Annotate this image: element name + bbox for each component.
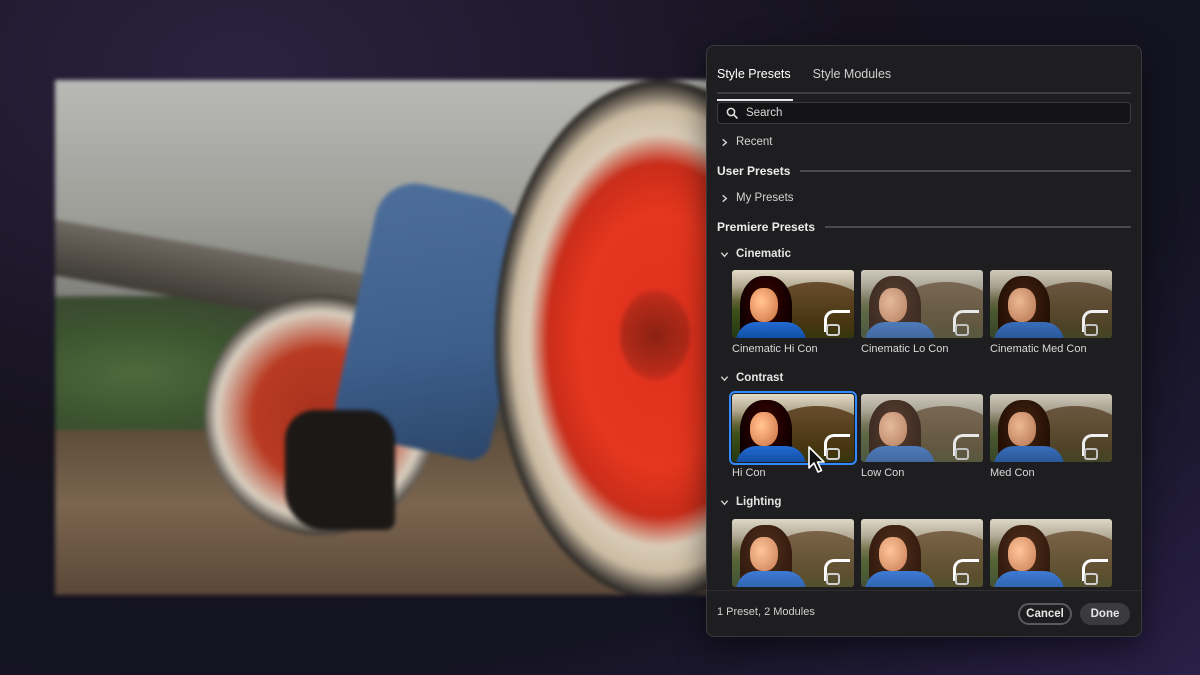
- panel-footer: 1 Preset, 2 Modules Cancel Done: [707, 590, 1141, 636]
- section-divider: [825, 226, 1131, 228]
- contrast-thumbnails: Hi Con Low Con Med Con: [729, 391, 1119, 479]
- preset-thumbnail: [729, 391, 857, 465]
- preset-label: Med Con: [990, 467, 1035, 479]
- frame-boot: [285, 410, 395, 530]
- group-header-cinematic[interactable]: Cinematic: [717, 247, 791, 261]
- group-header-lighting[interactable]: Lighting: [717, 495, 781, 509]
- premiere-presets-section: Premiere Presets: [717, 220, 1131, 234]
- preset-thumbnail: [861, 519, 983, 587]
- preset-cinematic-med-con[interactable]: Cinematic Med Con: [990, 270, 1112, 355]
- recent-row[interactable]: Recent: [717, 135, 772, 149]
- tab-style-modules[interactable]: Style Modules: [813, 64, 892, 92]
- preset-label: Cinematic Lo Con: [861, 343, 949, 355]
- preset-label: Cinematic Hi Con: [732, 343, 818, 355]
- style-presets-panel: Style Presets Style Modules Recent User …: [706, 45, 1142, 637]
- section-divider: [800, 170, 1131, 172]
- search-box[interactable]: [717, 102, 1131, 124]
- premiere-presets-title: Premiere Presets: [717, 220, 816, 234]
- tab-style-presets[interactable]: Style Presets: [717, 64, 793, 101]
- preset-label: Low Con: [861, 467, 905, 479]
- chevron-down-icon: [717, 495, 731, 509]
- search-icon: [726, 107, 738, 119]
- preset-lighting-3[interactable]: [990, 519, 1112, 587]
- preset-hi-con[interactable]: Hi Con: [729, 391, 857, 479]
- done-button[interactable]: Done: [1080, 603, 1130, 625]
- recent-label: Recent: [736, 136, 773, 148]
- preset-thumbnail: [732, 270, 854, 338]
- my-presets-label: My Presets: [736, 192, 794, 204]
- preset-thumbnail: [990, 519, 1112, 587]
- group-header-contrast[interactable]: Contrast: [717, 371, 783, 385]
- video-frame-preview: [55, 80, 755, 595]
- preset-thumbnail: [861, 270, 983, 338]
- preset-label: Cinematic Med Con: [990, 343, 1087, 355]
- chevron-right-icon: [717, 135, 731, 149]
- lighting-thumbnails: [732, 519, 1119, 587]
- preset-med-con[interactable]: Med Con: [990, 394, 1112, 479]
- user-presets-title: User Presets: [717, 164, 791, 178]
- preset-cinematic-lo-con[interactable]: Cinematic Lo Con: [861, 270, 983, 355]
- my-presets-row[interactable]: My Presets: [717, 191, 794, 205]
- preset-thumbnail: [732, 519, 854, 587]
- group-label: Contrast: [736, 372, 784, 384]
- user-presets-section: User Presets: [717, 164, 1131, 178]
- preset-thumbnail: [861, 394, 983, 462]
- preset-thumbnail: [990, 270, 1112, 338]
- selection-status: 1 Preset, 2 Modules: [717, 606, 815, 618]
- preset-cinematic-hi-con[interactable]: Cinematic Hi Con: [732, 270, 854, 355]
- chevron-down-icon: [717, 247, 731, 261]
- chevron-right-icon: [717, 191, 731, 205]
- preset-low-con[interactable]: Low Con: [861, 394, 983, 479]
- chevron-down-icon: [717, 371, 731, 385]
- cancel-button[interactable]: Cancel: [1018, 603, 1072, 625]
- group-label: Lighting: [736, 496, 782, 508]
- cinematic-thumbnails: Cinematic Hi Con Cinematic Lo Con Cinema…: [732, 270, 1119, 355]
- preset-thumbnail: [990, 394, 1112, 462]
- mouse-cursor-icon: [808, 446, 825, 473]
- panel-tabs: Style Presets Style Modules: [717, 64, 1131, 101]
- frame-wheel-hub: [620, 290, 690, 380]
- search-input[interactable]: [746, 107, 1106, 119]
- preset-lighting-2[interactable]: [861, 519, 983, 587]
- preset-lighting-1[interactable]: [732, 519, 854, 587]
- group-label: Cinematic: [736, 248, 791, 260]
- preset-label: Hi Con: [732, 467, 766, 479]
